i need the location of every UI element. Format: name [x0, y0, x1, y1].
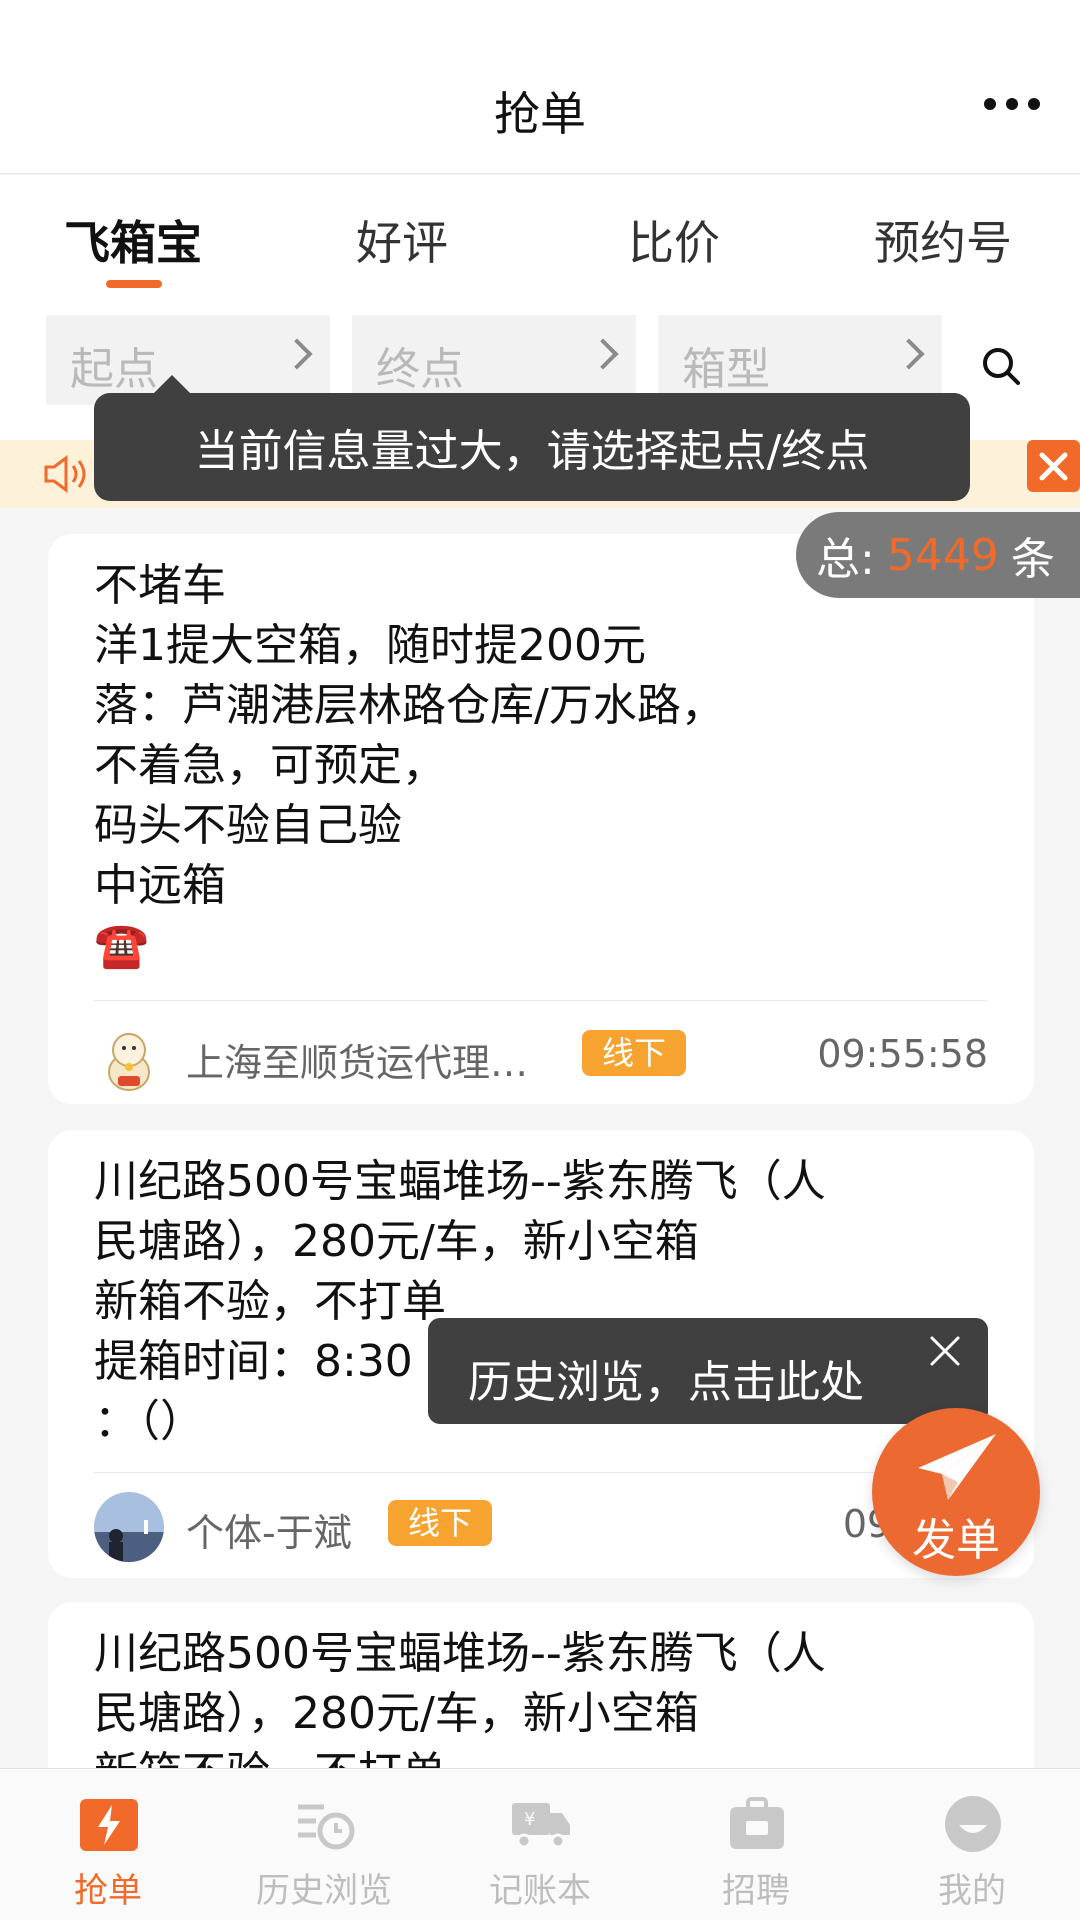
lucky-cat-avatar-icon: [108, 1033, 150, 1091]
company-name: 个体-于斌: [186, 1511, 352, 1555]
origin-filter-label: 起点: [70, 344, 158, 395]
more-dot-icon: [1006, 98, 1018, 110]
close-icon: [1039, 452, 1068, 481]
active-tab-indicator: [106, 280, 162, 288]
divider: [94, 1000, 988, 1001]
tooltip-text: 当前信息量过大，请选择起点/终点: [194, 426, 870, 477]
ledger-truck-icon: ¥: [512, 1803, 570, 1849]
more-menu-button[interactable]: [984, 98, 1040, 110]
offline-badge: 线下: [582, 1030, 687, 1076]
nav-profile[interactable]: 我的: [864, 1769, 1080, 1920]
avatar: [94, 1024, 164, 1094]
nav-history[interactable]: 历史浏览: [216, 1769, 432, 1920]
chevron-right-icon: [893, 338, 925, 370]
divider: [94, 1472, 988, 1473]
order-card-body: 川纪路500号宝蝠堆场--紫东腾飞（人 民塘路），280元/车，新小空箱 新箱不…: [94, 1624, 994, 1792]
order-text-line: 落：芦潮港层林路仓库/万水路，: [94, 680, 725, 731]
paper-plane-icon: [918, 1434, 996, 1500]
order-text-line: 川纪路500号宝蝠堆场--紫东腾飞（人: [94, 1628, 826, 1679]
nav-label: 我的: [938, 1871, 1006, 1911]
nav-ledger[interactable]: ¥ 记账本: [432, 1769, 648, 1920]
tab-feixiangbao[interactable]: 飞箱宝: [64, 207, 202, 273]
post-time: 09:55:58: [817, 1032, 988, 1076]
search-button[interactable]: [980, 345, 1024, 389]
nav-label: 招聘: [722, 1871, 790, 1911]
close-icon[interactable]: [928, 1334, 962, 1368]
grab-order-icon: [80, 1799, 138, 1851]
total-prefix: 总:: [816, 534, 875, 585]
destination-filter-label: 终点: [376, 344, 464, 395]
more-dot-icon: [984, 98, 996, 110]
order-card-body: 不堵车 洋1提大空箱，随时提200元 落：芦潮港层林路仓库/万水路， 不着急，可…: [94, 556, 994, 976]
order-text-line: 洋1提大空箱，随时提200元: [94, 620, 646, 671]
container-type-filter[interactable]: 箱型: [658, 315, 942, 405]
post-order-button[interactable]: 发单: [872, 1408, 1040, 1576]
post-order-label: 发单: [912, 1515, 1000, 1566]
tab-yuyuehao[interactable]: 预约号: [874, 207, 1012, 273]
nav-label: 抢单: [74, 1871, 142, 1911]
company-name: 上海至顺货运代理…: [186, 1041, 529, 1085]
order-card[interactable]: 川纪路500号宝蝠堆场--紫东腾飞（人 民塘路），280元/车，新小空箱 新箱不…: [48, 1602, 1034, 1792]
svg-text:¥: ¥: [524, 1809, 535, 1830]
history-icon: [298, 1804, 355, 1850]
total-suffix: 条: [1010, 534, 1055, 585]
order-text-line: 不着急，可预定，: [94, 740, 446, 791]
tab-bar: 飞箱宝 好评 比价 预约号: [0, 175, 1080, 295]
profile-icon: [945, 1796, 1001, 1852]
history-tooltip[interactable]: 历史浏览，点击此处: [428, 1318, 994, 1442]
total-count-badge: 总: 5449 条: [796, 512, 1080, 598]
container-type-filter-label: 箱型: [682, 344, 770, 395]
page-title: 抢单: [494, 87, 586, 141]
order-text-line: 中远箱: [94, 860, 226, 911]
order-text-line: 民塘路），280元/车，新小空箱: [94, 1216, 699, 1267]
total-count: 5449: [886, 529, 999, 581]
order-text-line: 川纪路500号宝蝠堆场--紫东腾飞（人: [94, 1156, 826, 1207]
info-overload-tooltip: 当前信息量过大，请选择起点/终点: [94, 375, 970, 501]
chevron-right-icon: [281, 338, 313, 370]
bottom-nav: 抢单 历史浏览 ¥ 记账本 招聘 我的: [0, 1768, 1080, 1920]
order-card[interactable]: 不堵车 洋1提大空箱，随时提200元 落：芦潮港层林路仓库/万水路， 不着急，可…: [48, 534, 1034, 1104]
avatar: [94, 1492, 164, 1562]
destination-filter[interactable]: 终点: [352, 315, 636, 405]
offline-badge: 线下: [388, 1500, 493, 1546]
nav-label: 记账本: [489, 1871, 591, 1911]
title-bar: 抢单: [0, 0, 1080, 174]
order-text-line: 码头不验自己验: [94, 800, 402, 851]
nav-recruit[interactable]: 招聘: [648, 1769, 864, 1920]
order-text-line: 民塘路），280元/车，新小空箱: [94, 1688, 699, 1739]
person-photo-avatar-icon: [94, 1492, 164, 1562]
speaker-icon: [44, 455, 86, 493]
chevron-right-icon: [587, 338, 619, 370]
nav-label: 历史浏览: [256, 1871, 392, 1911]
history-tooltip-text: 历史浏览，点击此处: [468, 1357, 864, 1408]
more-dot-icon: [1028, 98, 1040, 110]
recruit-briefcase-icon: [730, 1797, 784, 1849]
close-notice-button[interactable]: [1027, 440, 1080, 492]
nav-grab-order[interactable]: 抢单: [0, 1769, 216, 1920]
tab-haoping[interactable]: 好评: [356, 207, 448, 273]
tab-bijia[interactable]: 比价: [628, 207, 720, 273]
telephone-emoji: ☎️: [94, 920, 149, 971]
app-root: 抢单 飞箱宝 好评 比价 预约号 起点 终点 箱型 不堵车 洋1提大空箱，随时提…: [0, 0, 1080, 1920]
search-icon: [983, 348, 1020, 385]
